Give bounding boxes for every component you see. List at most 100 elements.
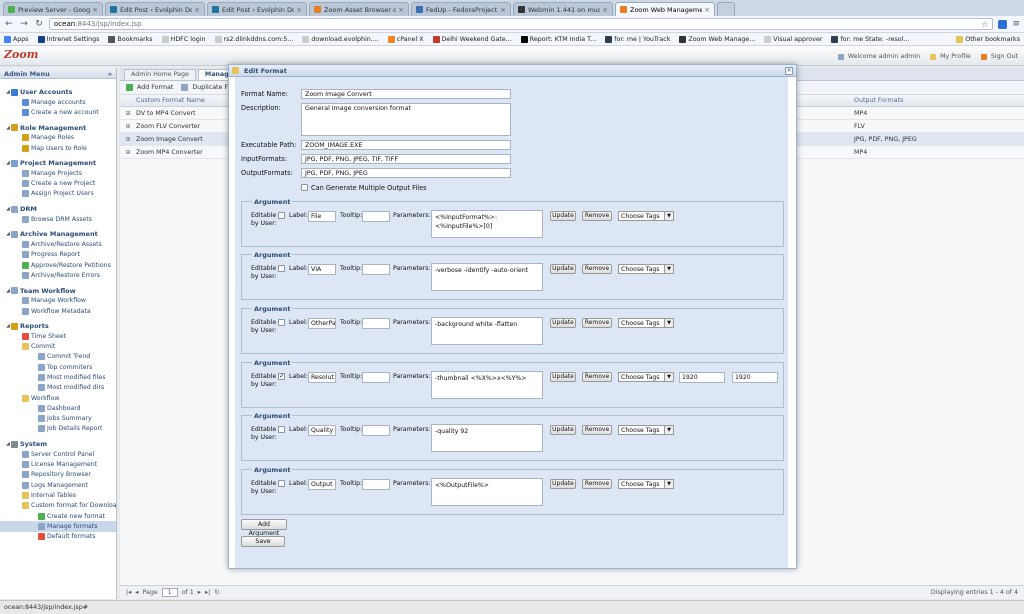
extension-icon[interactable] <box>998 19 1008 29</box>
browser-tab[interactable]: Zoom Web Management × <box>615 2 715 16</box>
sidebar-item[interactable]: Most modified files <box>0 372 116 382</box>
sidebar-item[interactable]: Assign Project Users <box>0 189 116 199</box>
remove-button[interactable]: Remove <box>582 425 612 435</box>
editable-checkbox[interactable] <box>278 426 285 433</box>
remove-button[interactable]: Remove <box>582 372 612 382</box>
argument-label-input[interactable]: Output <box>308 479 336 490</box>
address-bar[interactable]: ocean:8443/jsp/index.jsp ☆ <box>49 18 994 30</box>
bookmark-item[interactable]: Delhi Weekend Gate... <box>432 35 512 43</box>
star-icon[interactable]: ☆ <box>981 20 988 29</box>
argument-tooltip-input[interactable] <box>362 211 390 222</box>
argument-label-input[interactable]: OtherPa <box>308 318 336 329</box>
sidebar-item[interactable]: Map Users to Role <box>0 143 116 153</box>
bookmark-item[interactable]: Zoom Web Manage... <box>679 35 755 43</box>
toolbar-button[interactable]: Add Format <box>126 84 173 91</box>
dialog-titlebar[interactable]: Edit Format <box>229 65 796 77</box>
browser-tab[interactable]: Preview Server - Google D× <box>3 2 103 16</box>
bookmark-item[interactable]: HDFC login <box>161 35 206 43</box>
column-output-formats[interactable]: Output Formats <box>854 97 1024 104</box>
first-page-icon[interactable]: |◂ <box>126 589 131 596</box>
sidebar-item[interactable]: Manage Workflow <box>0 296 116 306</box>
tab-close-icon[interactable]: × <box>296 6 302 14</box>
editable-checkbox[interactable] <box>278 265 285 272</box>
add-argument-button[interactable]: Add Argument <box>241 519 287 537</box>
prev-page-icon[interactable]: ◂ <box>135 589 138 596</box>
tab-close-icon[interactable]: × <box>704 6 710 14</box>
bookmark-item[interactable]: download.evolphin.... <box>302 35 379 43</box>
sidebar-item[interactable]: Internal Tables <box>0 490 116 500</box>
sidebar-item[interactable]: Job Details Report <box>0 424 116 434</box>
update-button[interactable]: Update <box>550 372 576 382</box>
sidebar-item[interactable]: Server Control Panel <box>0 449 116 459</box>
tab-close-icon[interactable]: × <box>602 6 608 14</box>
choose-tags-select[interactable]: Choose Tags ▼ <box>618 479 674 489</box>
forward-arrow-icon[interactable]: → <box>19 19 29 29</box>
sidebar-item[interactable]: Commit Trend <box>0 352 116 362</box>
output-formats-input[interactable]: JPG, PDF, PNG, JPEG <box>301 168 511 178</box>
sidebar-item[interactable]: Manage accounts <box>0 97 116 107</box>
sidebar-item[interactable]: Most modified dirs <box>0 383 116 393</box>
argument-parameters-textarea[interactable]: <%InputFormat%>: <%InputFile%>[0] <box>431 210 543 238</box>
remove-button[interactable]: Remove <box>582 479 612 489</box>
sidebar-group[interactable]: ◢ Role Management <box>0 123 116 133</box>
editable-checkbox[interactable] <box>278 319 285 326</box>
sidebar-item[interactable]: Top commiters <box>0 362 116 372</box>
save-button[interactable]: Save <box>241 536 285 547</box>
argument-tooltip-input[interactable] <box>362 264 390 275</box>
choose-tags-select[interactable]: Choose Tags ▼ <box>618 372 674 382</box>
sidebar-item[interactable]: Jobs Summary <box>0 414 116 424</box>
bookmark-item[interactable]: rs2.dlinkddns.com:5... <box>214 35 293 43</box>
argument-tooltip-input[interactable] <box>362 479 390 490</box>
description-textarea[interactable]: General Image conversion format <box>301 103 511 136</box>
tab-close-icon[interactable]: × <box>398 6 404 14</box>
remove-button[interactable]: Remove <box>582 318 612 328</box>
tab-close-icon[interactable]: × <box>92 6 98 14</box>
executable-path-input[interactable]: ZOOM_IMAGE.EXE <box>301 140 511 150</box>
sidebar-item[interactable]: Workflow <box>0 393 116 403</box>
sign-out-link[interactable]: Sign Out <box>980 53 1018 60</box>
sidebar-item[interactable]: Create a new Project <box>0 178 116 188</box>
sidebar-item[interactable]: Commit <box>0 341 116 351</box>
choose-tags-select[interactable]: Choose Tags ▼ <box>618 211 674 221</box>
tab-close-icon[interactable]: × <box>500 6 506 14</box>
row-expand-icon[interactable]: ⊞ <box>120 136 136 143</box>
next-page-icon[interactable]: ▸ <box>198 589 201 596</box>
argument-tooltip-input[interactable] <box>362 425 390 436</box>
update-button[interactable]: Update <box>550 211 576 221</box>
sidebar-item[interactable]: Archive/Restore Assets <box>0 239 116 249</box>
bookmark-item[interactable]: Bookmarks <box>108 35 153 43</box>
choose-tags-select[interactable]: Choose Tags ▼ <box>618 425 674 435</box>
collapse-sidebar-icon[interactable]: « <box>108 70 112 78</box>
sidebar-item[interactable]: Progress Report <box>0 250 116 260</box>
editable-checkbox[interactable] <box>278 372 285 380</box>
choose-tags-select[interactable]: Choose Tags ▼ <box>618 264 674 274</box>
multiple-output-checkbox[interactable] <box>301 184 308 191</box>
sidebar-item[interactable]: Manage Roles <box>0 133 116 143</box>
row-expand-icon[interactable]: ⊞ <box>120 110 136 117</box>
close-icon[interactable]: × <box>785 67 793 75</box>
argument-label-input[interactable]: File <box>308 211 336 222</box>
argument-label-input[interactable]: Quality <box>308 425 336 436</box>
sidebar-item[interactable]: Logs Management <box>0 480 116 490</box>
sidebar-group[interactable]: ◢ Archive Management <box>0 229 116 239</box>
bookmark-item[interactable]: Apps <box>4 35 29 43</box>
sidebar-item[interactable]: Create new format <box>0 511 116 521</box>
bookmark-item[interactable]: for: me State: -resol... <box>831 35 909 43</box>
y-value-input[interactable]: 1920 <box>732 372 778 383</box>
menu-icon[interactable]: ≡ <box>1012 19 1020 29</box>
browser-tab[interactable]: Webmin 1.441 on mud.gi× <box>513 2 613 16</box>
browser-tab[interactable]: Edit Post ‹ Evolphin Docu× <box>207 2 307 16</box>
sidebar-item[interactable]: Approve/Restore Petitions <box>0 260 116 270</box>
argument-parameters-textarea[interactable]: -quality 92 <box>431 424 543 452</box>
other-bookmarks[interactable]: Other bookmarks <box>956 35 1020 43</box>
argument-parameters-textarea[interactable]: <%OutputFile%> <box>431 478 543 506</box>
new-tab-button[interactable] <box>717 2 735 16</box>
refresh-icon[interactable]: ↻ <box>214 589 219 596</box>
my-profile-link[interactable]: My Profile <box>930 53 971 60</box>
bookmark-item[interactable]: cPanel X <box>387 35 424 43</box>
update-button[interactable]: Update <box>550 479 576 489</box>
bookmark-item[interactable]: Report: KTM India T... <box>520 35 596 43</box>
format-name-input[interactable]: Zoom Image Convert <box>301 89 511 99</box>
sidebar-item[interactable]: Repository Browser <box>0 470 116 480</box>
choose-tags-select[interactable]: Choose Tags ▼ <box>618 318 674 328</box>
